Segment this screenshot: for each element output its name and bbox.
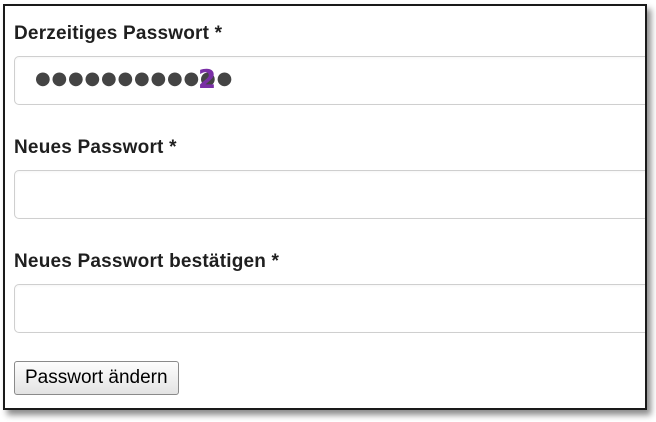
current-password-label: Derzeitiges Passwort *: [14, 23, 223, 44]
password-change-panel: Derzeitiges Passwort * ●●●●●●●●●●●● 2 Ne…: [3, 4, 647, 410]
confirm-password-label: Neues Passwort bestätigen *: [14, 251, 280, 272]
new-password-field[interactable]: [14, 170, 645, 219]
step-marker: 2: [198, 65, 217, 95]
current-password-field[interactable]: ●●●●●●●●●●●● 2: [14, 56, 645, 105]
change-password-button[interactable]: Passwort ändern: [14, 361, 179, 395]
new-password-label: Neues Passwort *: [14, 137, 177, 158]
confirm-password-field[interactable]: [14, 284, 645, 333]
